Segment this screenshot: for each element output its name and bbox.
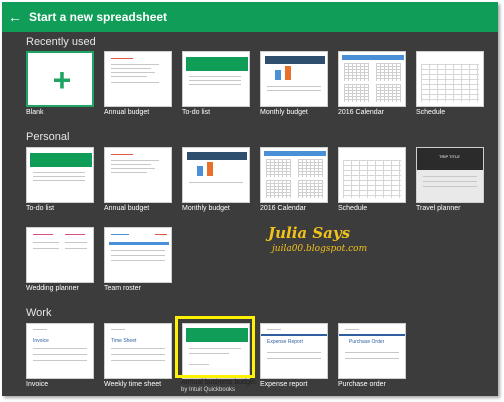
template-invoice[interactable]: Invoice [26, 323, 94, 379]
template-label: Annual budget [104, 109, 150, 116]
template-team-roster[interactable] [104, 227, 172, 283]
template-todo-list[interactable] [26, 147, 94, 203]
template-expense-report[interactable]: Expense Report [260, 323, 328, 379]
template-todo-list[interactable] [182, 51, 250, 107]
template-label: Wedding planner [26, 285, 79, 292]
page-title: Start a new spreadsheet [29, 10, 168, 24]
template-sublabel: by Intuit Quickbooks [181, 387, 236, 393]
template-label: Blank [26, 109, 44, 116]
watermark-url: juila00.blogspot.com [272, 244, 368, 254]
template-label: To-do list [26, 205, 55, 212]
template-label: Invoice [26, 381, 49, 388]
template-label: Monthly budget [260, 109, 308, 116]
section-title-work: Work [26, 307, 52, 319]
template-label: To-do list [182, 109, 211, 116]
template-travel-planner[interactable]: TRIP TITLE [416, 147, 484, 203]
arrow-left-icon[interactable]: ← [4, 2, 26, 32]
travel-thumb-title: TRIP TITLE [439, 154, 460, 159]
timesheet-thumb-title: Time Sheet [111, 338, 137, 344]
section-title-recently-used: Recently used [26, 36, 96, 48]
template-label: Schedule [416, 109, 446, 116]
purchase-thumb-title: Purchase Order [349, 339, 385, 345]
template-label: Travel planner [416, 205, 461, 212]
template-gallery-window: ← Start a new spreadsheet Recently used … [2, 2, 498, 396]
template-label: Annual budget [104, 205, 150, 212]
template-label: Weekly time sheet [104, 381, 162, 388]
template-label: Monthly budget [182, 205, 230, 212]
template-schedule[interactable] [338, 147, 406, 203]
invoice-thumb-title: Invoice [33, 338, 49, 344]
template-weekly-time-sheet[interactable]: Time Sheet [104, 323, 172, 379]
section-title-personal: Personal [26, 131, 70, 143]
template-annual-budget[interactable] [104, 51, 172, 107]
app-header: ← Start a new spreadsheet [2, 2, 498, 32]
template-wedding-planner[interactable] [26, 227, 94, 283]
watermark: Julia Says juila00.blogspot.com [268, 224, 367, 254]
template-label: 2016 Calendar [260, 205, 306, 212]
template-schedule[interactable] [416, 51, 484, 107]
template-2016-calendar[interactable] [260, 147, 328, 203]
template-monthly-budget[interactable] [182, 147, 250, 203]
template-purchase-order[interactable]: Purchase Order [338, 323, 406, 379]
template-label: Team roster [104, 285, 141, 292]
template-annual-budget[interactable] [104, 147, 172, 203]
expense-thumb-title: Expense Report [267, 339, 303, 345]
template-label: 2016 Calendar [338, 109, 384, 116]
template-blank[interactable]: + [26, 51, 94, 107]
template-monthly-budget[interactable] [260, 51, 328, 107]
template-label: Schedule [338, 205, 368, 212]
watermark-title: Julia Says [268, 224, 351, 242]
template-label: Annual business budget [181, 379, 256, 386]
selection-highlight [175, 316, 255, 378]
template-label: Expense report [260, 381, 308, 388]
template-label: Purchase order [338, 381, 386, 388]
template-2016-calendar[interactable] [338, 51, 406, 107]
plus-icon: + [52, 62, 72, 98]
